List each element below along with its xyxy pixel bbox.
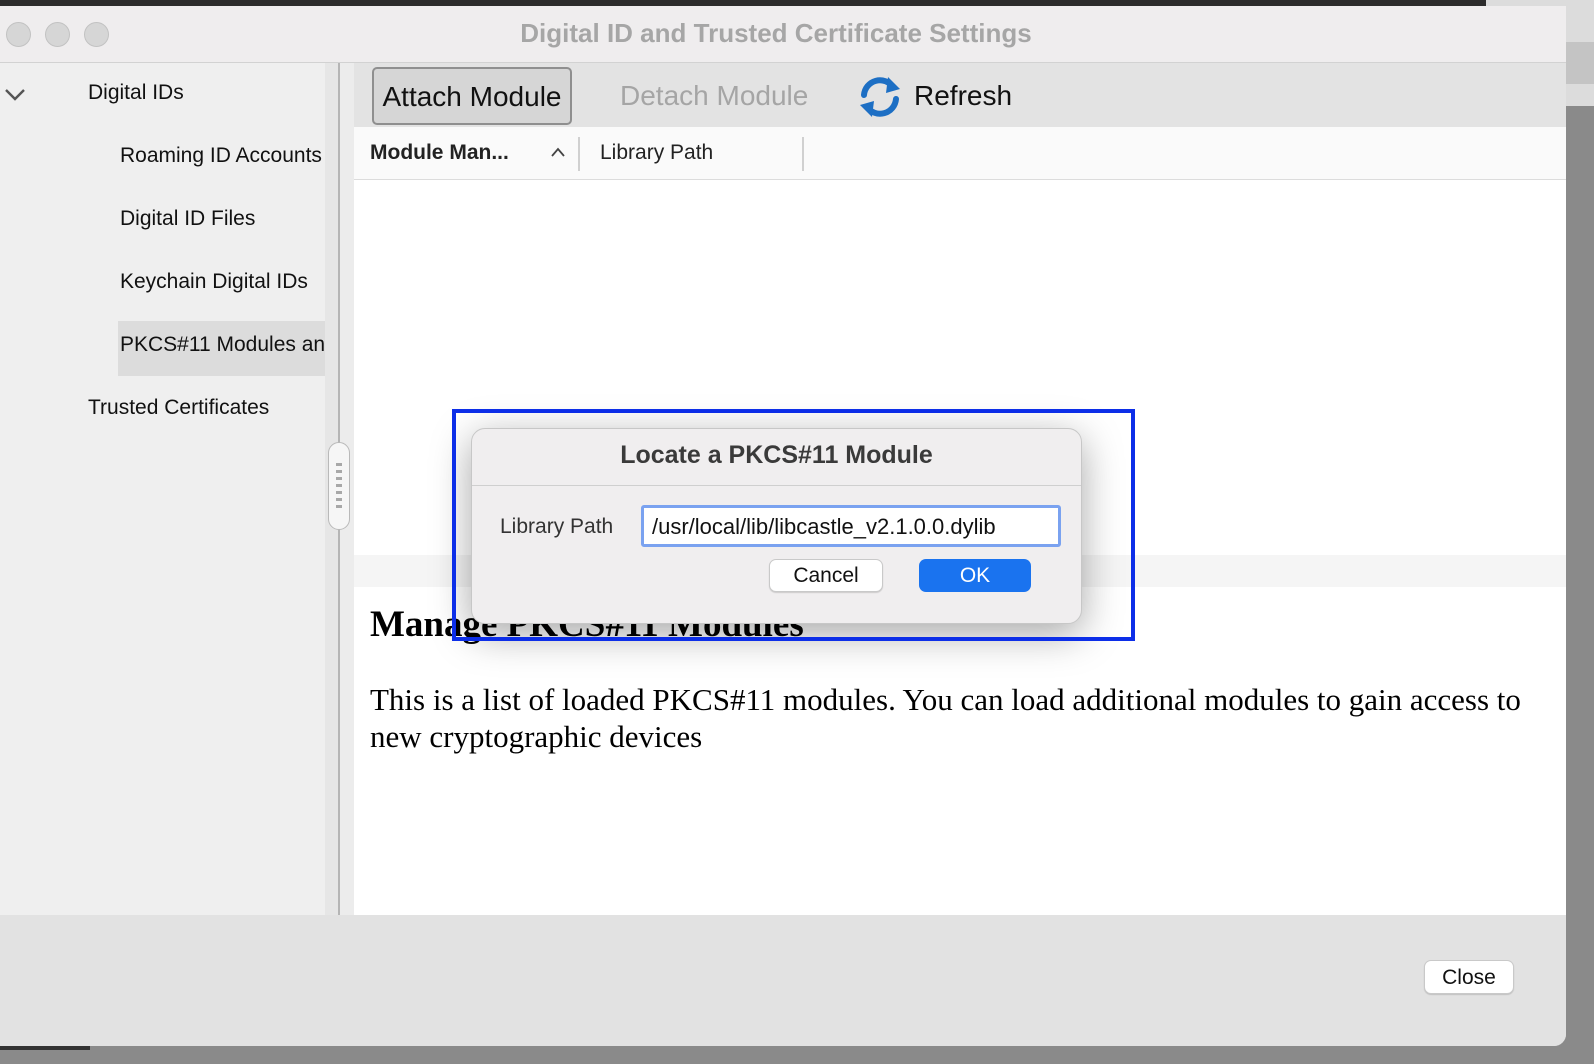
sidebar: Digital IDs Roaming ID Accounts Digital … <box>0 63 325 915</box>
title-bar: Digital ID and Trusted Certificate Setti… <box>0 6 1566 63</box>
refresh-icon[interactable] <box>858 75 902 119</box>
window-title: Digital ID and Trusted Certificate Setti… <box>520 18 1032 48</box>
table-header: Module Man... Library Path <box>354 127 1566 180</box>
sidebar-item-digital-ids[interactable]: Digital IDs <box>88 81 184 105</box>
chevron-up-icon <box>551 147 565 157</box>
sidebar-item-pkcs11-modules[interactable]: PKCS#11 Modules and Tokens <box>120 333 325 357</box>
column-separator[interactable] <box>802 137 804 171</box>
column-header-module-manufacturer[interactable]: Module Man... <box>370 141 509 165</box>
sidebar-item-keychain-digital-ids[interactable]: Keychain Digital IDs <box>120 270 308 294</box>
column-separator[interactable] <box>578 137 580 171</box>
detach-module-button[interactable]: Detach Module <box>620 67 808 125</box>
chevron-down-icon[interactable] <box>4 83 26 105</box>
toolbar: Attach Module Detach Module Refresh <box>354 63 1566 127</box>
split-resize-handle[interactable] <box>328 442 350 530</box>
sidebar-item-roaming-id-accounts[interactable]: Roaming ID Accounts <box>120 144 325 168</box>
footer-bar: Close <box>0 915 1566 1046</box>
dock-edge <box>0 1046 90 1050</box>
sidebar-item-digital-id-files[interactable]: Digital ID Files <box>120 207 255 231</box>
sidebar-item-trusted-certificates[interactable]: Trusted Certificates <box>88 396 269 420</box>
refresh-button[interactable]: Refresh <box>914 67 1012 125</box>
highlight-box <box>452 409 1135 641</box>
close-button[interactable]: Close <box>1424 960 1514 994</box>
attach-module-button[interactable]: Attach Module <box>372 67 572 125</box>
info-description: This is a list of loaded PKCS#11 modules… <box>370 682 1521 754</box>
column-header-library-path[interactable]: Library Path <box>600 141 713 165</box>
